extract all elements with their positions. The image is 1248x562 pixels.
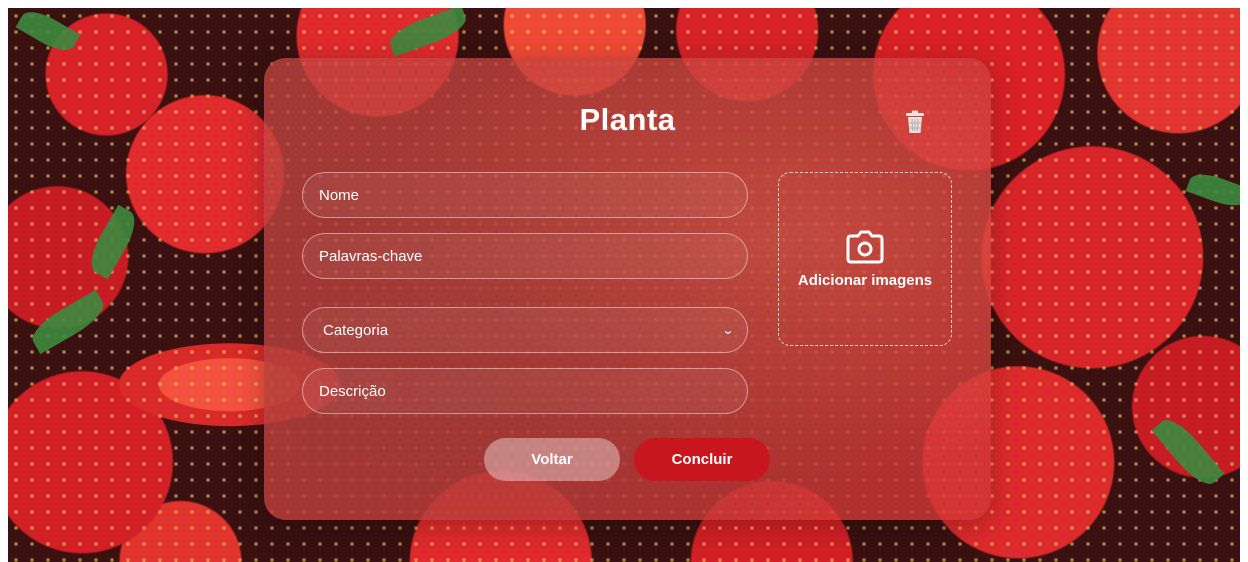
description-placeholder: Descrição [319,382,386,400]
add-images-dropzone[interactable]: Adicionar imagens [778,172,952,346]
trash-icon[interactable] [904,110,926,134]
back-button[interactable]: Voltar [484,438,620,481]
submit-button[interactable]: Concluir [634,438,770,481]
name-field[interactable]: Nome [302,172,748,218]
chevron-down-icon: ⌄ [721,323,735,337]
category-selected-value: Categoria [323,321,389,339]
add-images-label: Adicionar imagens [797,271,933,289]
category-select[interactable]: Categoria ⌄ [302,307,748,353]
plant-form-card: Planta Nome Palavras-chave Categoria ⌄ D… [264,58,991,520]
camera-icon [846,230,884,263]
keywords-field[interactable]: Palavras-chave [302,233,748,279]
form-title: Planta [579,102,676,137]
description-field[interactable]: Descrição [302,368,748,414]
keywords-placeholder: Palavras-chave [319,247,423,265]
name-placeholder: Nome [319,186,360,204]
